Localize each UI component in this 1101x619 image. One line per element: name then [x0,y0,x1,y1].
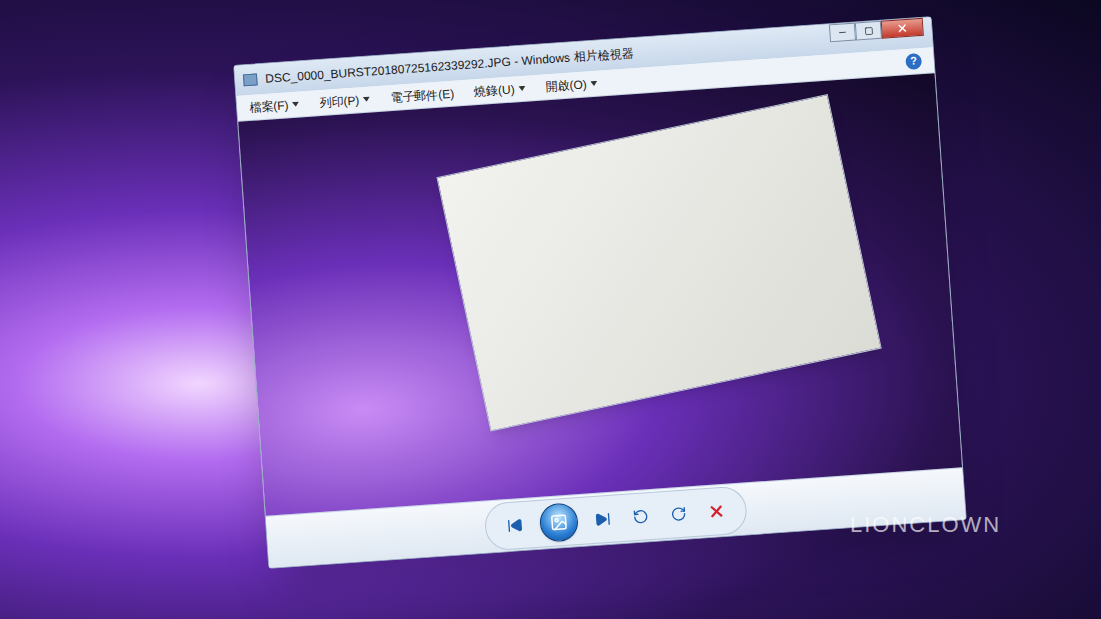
minimize-icon [837,27,848,38]
menu-item[interactable]: 電子郵件(E) [390,84,455,106]
window[interactable]: DSC_0000_BURST20180725162339292.JPG - Wi… [233,16,967,569]
menu-item[interactable]: 開啟(O) [545,74,598,96]
menu-item[interactable]: 燒錄(U) [473,79,526,101]
close-button[interactable] [881,18,924,39]
previous-icon [506,516,523,533]
help-button[interactable]: ? [905,53,922,70]
dropdown-arrow-icon [363,97,370,102]
dropdown-arrow-icon [591,81,598,86]
previous-button[interactable] [501,511,529,539]
close-icon [896,22,909,35]
dropdown-arrow-icon [518,86,525,91]
rotate-right-button[interactable] [665,500,693,528]
rotate-left-button[interactable] [627,502,655,530]
slideshow-icon [549,512,568,531]
delete-icon [707,501,726,520]
window-controls [829,18,924,43]
image-area [238,73,962,516]
maximize-icon [864,26,874,36]
maximize-button[interactable] [855,21,882,41]
slideshow-button[interactable] [539,502,580,543]
minimize-button[interactable] [829,23,856,43]
next-icon [594,510,611,527]
rotate-right-icon [670,505,687,522]
desktop: DSC_0000_BURST20180725162339292.JPG - Wi… [0,0,1101,619]
menu-item[interactable]: 檔案(F) [249,95,300,116]
next-button[interactable] [589,505,617,533]
delete-button[interactable] [703,497,731,525]
app-icon [243,73,258,86]
photo [436,94,881,431]
menu-item[interactable]: 列印(P) [319,90,371,112]
rotate-left-icon [632,508,649,525]
watermark: LIONCLOWN [850,508,1001,541]
dropdown-arrow-icon [292,102,299,107]
